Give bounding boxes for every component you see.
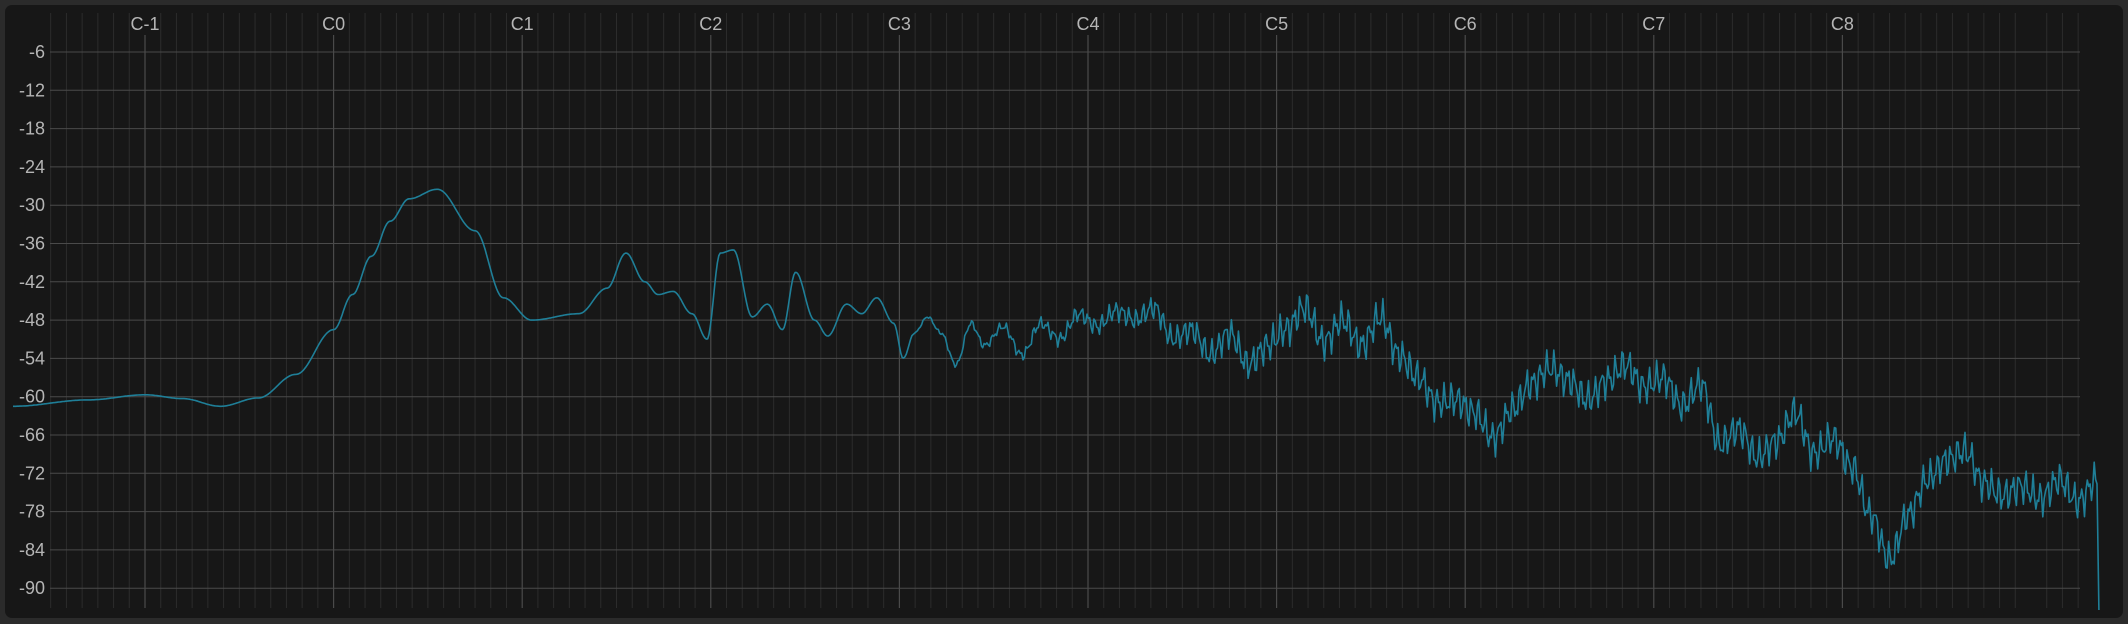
x-tick-label: C0 [322, 14, 345, 34]
y-tick-label: -6 [29, 42, 45, 62]
x-tick-label: C8 [1831, 14, 1854, 34]
spectrum-chart: -6-12-18-24-30-36-42-48-54-60-66-72-78-8… [13, 13, 2100, 611]
x-axis-tick-labels: C-1 C0 C1 C2 C3 C4 C5 C6 C7 C8 [130, 14, 1853, 34]
x-tick-label: C6 [1454, 14, 1477, 34]
y-tick-label: -48 [19, 310, 45, 330]
x-tick-label: C7 [1642, 14, 1665, 34]
y-tick-label: -66 [19, 425, 45, 445]
x-tick-label: C4 [1076, 14, 1099, 34]
x-tick-label: C3 [888, 14, 911, 34]
x-tick-label: C2 [699, 14, 722, 34]
minor-grid [50, 13, 2079, 608]
x-tick-label: C1 [511, 14, 534, 34]
y-tick-label: -84 [19, 540, 45, 560]
y-axis-tick-labels: -6-12-18-24-30-36-42-48-54-60-66-72-78-8… [19, 42, 45, 598]
y-tick-label: -36 [19, 234, 45, 254]
y-tick-label: -72 [19, 463, 45, 483]
major-grid [50, 35, 2080, 608]
y-tick-label: -30 [19, 195, 45, 215]
y-tick-label: -24 [19, 157, 45, 177]
y-tick-label: -18 [19, 119, 45, 139]
y-tick-label: -90 [19, 578, 45, 598]
x-tick-label: C-1 [130, 14, 159, 34]
spectrum-analyzer-panel: -6 -12 -18 -24 -30 -36 -42 -48 -54 -60 -66 -72 -78 -8… [5, 5, 2123, 618]
spectrum-curve [13, 188, 2100, 611]
y-tick-label: -54 [19, 348, 45, 368]
y-tick-label: -12 [19, 80, 45, 100]
y-tick-label: -42 [19, 272, 45, 292]
y-tick-label: -78 [19, 502, 45, 522]
x-tick-label: C5 [1265, 14, 1288, 34]
